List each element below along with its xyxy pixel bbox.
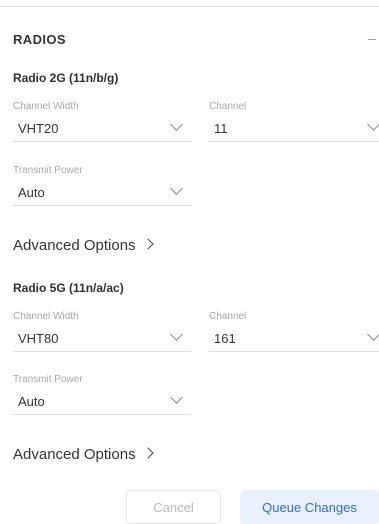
- chevron-down-icon: [170, 182, 183, 195]
- channel-value: 11: [214, 121, 228, 136]
- channel-width-box[interactable]: VHT80: [13, 325, 191, 352]
- advanced-options-label: Advanced Options: [13, 446, 136, 463]
- transmit-power-box[interactable]: Auto: [13, 179, 191, 206]
- chevron-down-icon: [367, 118, 379, 131]
- channel-width-label: Channel Width: [13, 311, 79, 322]
- channel-label: Channel: [209, 311, 247, 322]
- channel-width-value: VHT20: [18, 121, 59, 136]
- radio-5g-title: Radio 5G (11n/a/ac): [13, 281, 124, 295]
- channel-box[interactable]: 11: [209, 115, 379, 142]
- channel-value: 161: [214, 331, 236, 346]
- channel-width-value: VHT80: [18, 331, 59, 346]
- radio-5g-channel-select[interactable]: Channel 161: [209, 311, 379, 353]
- collapse-icon[interactable]: –: [368, 30, 376, 46]
- transmit-power-value: Auto: [18, 185, 45, 200]
- section-title-radios: RADIOS: [13, 32, 66, 47]
- cancel-button[interactable]: Cancel: [126, 490, 221, 524]
- radio-2g-title: Radio 2G (11n/b/g): [13, 71, 119, 85]
- radio-2g-transmit-power-select[interactable]: Transmit Power Auto: [13, 165, 191, 207]
- top-divider: [0, 6, 379, 7]
- queue-changes-button[interactable]: Queue Changes: [240, 490, 379, 524]
- radio-2g-channel-select[interactable]: Channel 11: [209, 101, 379, 143]
- radio-5g-channel-width-select[interactable]: Channel Width VHT80: [13, 311, 191, 353]
- chevron-down-icon: [170, 118, 183, 131]
- radio-5g-advanced-options-link[interactable]: Advanced Options: [13, 446, 154, 463]
- channel-width-box[interactable]: VHT20: [13, 115, 191, 142]
- transmit-power-label: Transmit Power: [13, 374, 83, 385]
- chevron-down-icon: [367, 328, 379, 341]
- chevron-down-icon: [170, 328, 183, 341]
- transmit-power-label: Transmit Power: [13, 165, 83, 176]
- radio-5g-transmit-power-select[interactable]: Transmit Power Auto: [13, 374, 191, 416]
- chevron-right-icon: [141, 447, 154, 459]
- transmit-power-value: Auto: [18, 394, 45, 409]
- transmit-power-box[interactable]: Auto: [13, 388, 191, 415]
- channel-width-label: Channel Width: [13, 101, 79, 112]
- channel-label: Channel: [209, 101, 247, 112]
- chevron-down-icon: [170, 391, 183, 404]
- advanced-options-label: Advanced Options: [13, 237, 136, 254]
- radio-2g-channel-width-select[interactable]: Channel Width VHT20: [13, 101, 191, 143]
- channel-box[interactable]: 161: [209, 325, 379, 352]
- radio-2g-advanced-options-link[interactable]: Advanced Options: [13, 237, 154, 254]
- chevron-right-icon: [141, 238, 154, 250]
